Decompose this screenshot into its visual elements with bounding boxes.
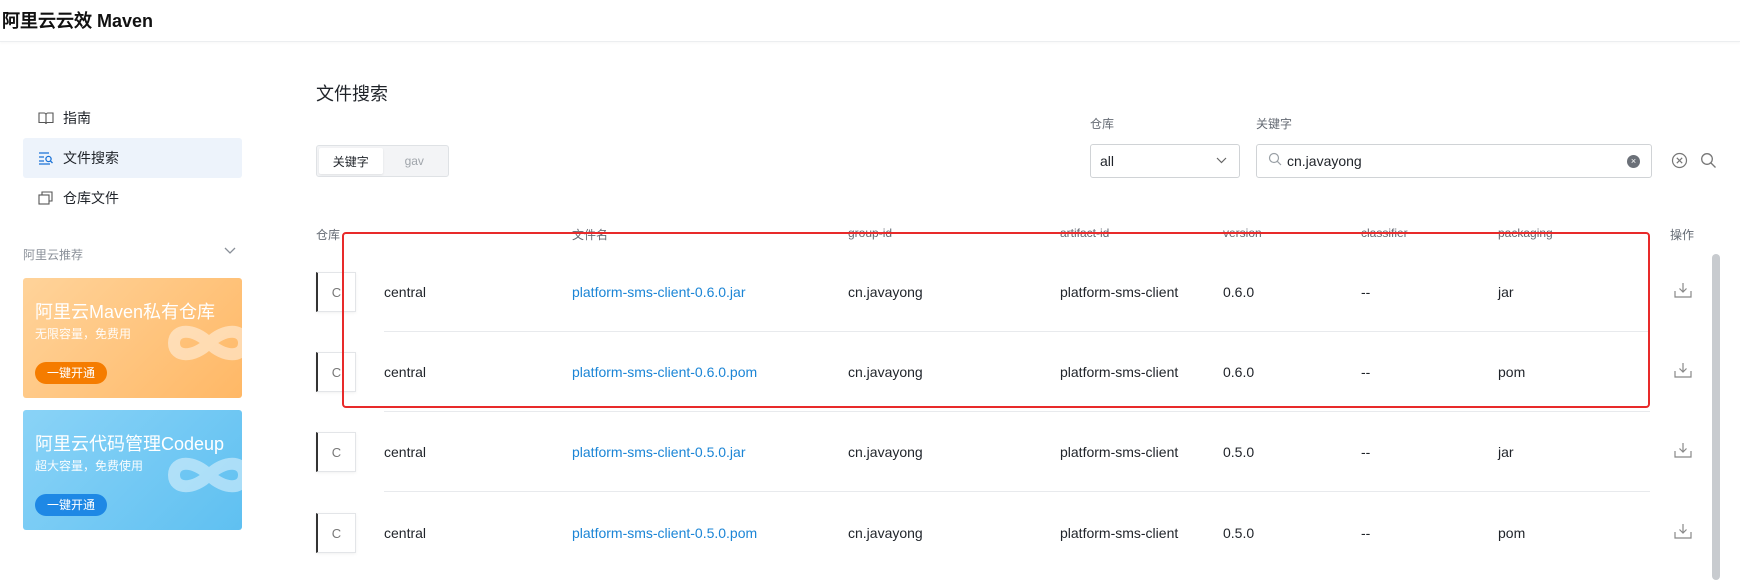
sidebar-item-label: 指南 (63, 110, 91, 126)
sidebar-item-file-search[interactable]: 文件搜索 (23, 138, 242, 178)
cell-packaging: pom (1498, 525, 1526, 541)
page-title: 文件搜索 (316, 84, 388, 104)
repo-avatar: C (316, 272, 356, 312)
chevron-down-icon (1216, 145, 1227, 177)
cell-classifier: -- (1361, 525, 1371, 541)
promo-title: 阿里云代码管理Codeup (35, 434, 225, 454)
cell-repo: central (384, 525, 427, 541)
clear-input-icon[interactable]: × (1627, 155, 1640, 168)
download-icon[interactable] (1674, 442, 1692, 463)
column-header-version: version (1223, 226, 1262, 240)
promo-card-maven[interactable]: 阿里云Maven私有仓库 无限容量，免费用 一键开通 (23, 278, 242, 398)
download-icon[interactable] (1674, 282, 1692, 303)
column-header-classifier: classifier (1361, 226, 1408, 240)
cell-group-id: cn.javayong (848, 284, 923, 300)
search-icon (1268, 152, 1282, 171)
sidebar-item-repository-files[interactable]: 仓库文件 (23, 178, 242, 218)
column-header-action: 操作 (1670, 228, 1695, 242)
cell-artifact-id: platform-sms-client (1060, 284, 1179, 300)
keyword-filter-label: 关键字 (1256, 117, 1293, 131)
mode-tab-gav[interactable]: gav (383, 148, 447, 174)
promo-subtitle: 无限容量，免费用 (35, 327, 132, 341)
brand-title[interactable]: 阿里云云效 Maven (2, 7, 153, 33)
sidebar-item-guide[interactable]: 指南 (23, 98, 242, 138)
cell-group-id: cn.javayong (848, 525, 923, 541)
repo-avatar: C (316, 352, 356, 392)
cell-version: 0.6.0 (1223, 364, 1255, 380)
column-header-packaging: packaging (1498, 226, 1553, 240)
cell-artifact-id: platform-sms-client (1060, 444, 1179, 460)
repo-select[interactable]: all (1090, 144, 1240, 178)
repo-avatar: C (316, 513, 356, 553)
cell-artifact-id: platform-sms-client (1060, 364, 1179, 380)
cell-packaging: jar (1498, 284, 1514, 300)
download-icon[interactable] (1674, 523, 1692, 544)
repository-files-icon (37, 189, 55, 207)
promo-subtitle: 超大容量，免费使用 (35, 459, 144, 473)
download-icon[interactable] (1674, 362, 1692, 383)
table-row: C central platform-sms-client-0.5.0.jar … (316, 412, 1692, 492)
filename-link[interactable]: platform-sms-client-0.6.0.jar (572, 252, 746, 332)
column-header-artifact-id: artifact-id (1060, 226, 1110, 240)
search-icon[interactable] (1700, 152, 1717, 174)
vertical-scrollbar[interactable] (1712, 254, 1720, 580)
column-header-repo: 仓库 (316, 228, 341, 242)
top-bar: 阿里云云效 Maven (0, 0, 1740, 42)
cell-packaging: pom (1498, 364, 1526, 380)
cell-packaging: jar (1498, 444, 1514, 460)
repo-select-value: all (1100, 153, 1115, 169)
keyword-search-box: × (1256, 144, 1652, 178)
cell-version: 0.5.0 (1223, 525, 1255, 541)
cell-group-id: cn.javayong (848, 444, 923, 460)
repo-avatar: C (316, 432, 356, 472)
search-mode-toggle: 关键字 gav (316, 145, 449, 177)
table-row: C central platform-sms-client-0.5.0.pom … (316, 493, 1692, 573)
cell-classifier: -- (1361, 364, 1371, 380)
chevron-down-icon[interactable] (224, 244, 236, 258)
filename-link[interactable]: platform-sms-client-0.6.0.pom (572, 332, 757, 412)
file-search-icon (37, 149, 55, 167)
promo-card-codeup[interactable]: 阿里云代码管理Codeup 超大容量，免费使用 一键开通 (23, 410, 242, 530)
column-header-group-id: group-id (848, 226, 893, 240)
sidebar: 指南 文件搜索 仓库文件 阿里云推荐 阿里云Maven私有仓库 无限容量，免费用… (0, 42, 260, 580)
cell-repo: central (384, 364, 427, 380)
keyword-input[interactable] (1287, 147, 1617, 175)
book-icon (37, 109, 55, 127)
sidebar-item-label: 仓库文件 (63, 190, 119, 206)
cell-group-id: cn.javayong (848, 364, 923, 380)
column-header-filename: 文件名 (572, 228, 609, 242)
activate-button[interactable]: 一键开通 (35, 494, 108, 516)
activate-button[interactable]: 一键开通 (35, 362, 108, 384)
cell-artifact-id: platform-sms-client (1060, 525, 1179, 541)
repo-filter-label: 仓库 (1090, 117, 1115, 131)
cell-repo: central (384, 284, 427, 300)
mode-tab-keyword[interactable]: 关键字 (319, 148, 383, 174)
recommend-title: 阿里云推荐 (23, 248, 84, 262)
promo-title: 阿里云Maven私有仓库 (35, 302, 216, 322)
reset-icon[interactable] (1671, 152, 1688, 174)
cell-version: 0.6.0 (1223, 284, 1255, 300)
cell-repo: central (384, 444, 427, 460)
table-row: C central platform-sms-client-0.6.0.jar … (316, 252, 1692, 332)
cell-classifier: -- (1361, 444, 1371, 460)
sidebar-item-label: 文件搜索 (63, 150, 119, 166)
table-row: C central platform-sms-client-0.6.0.pom … (316, 332, 1692, 412)
filename-link[interactable]: platform-sms-client-0.5.0.jar (572, 412, 746, 492)
filename-link[interactable]: platform-sms-client-0.5.0.pom (572, 493, 757, 573)
cell-version: 0.5.0 (1223, 444, 1255, 460)
cell-classifier: -- (1361, 284, 1371, 300)
